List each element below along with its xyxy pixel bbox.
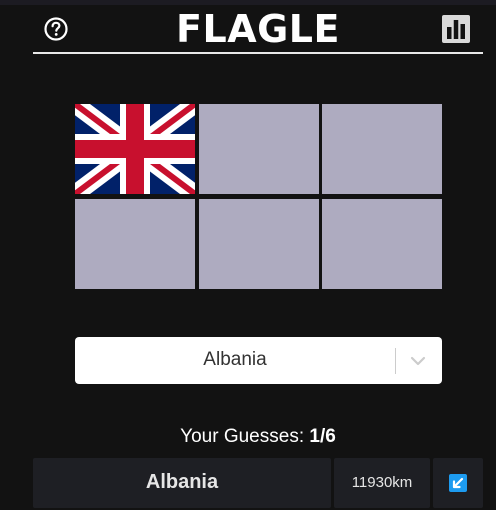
guess-direction-cell	[433, 458, 483, 508]
union-jack-flag-fragment	[75, 104, 195, 194]
flag-grid	[75, 104, 443, 290]
flag-tile-5-hidden	[199, 199, 319, 289]
guess-counter-value: 1/6	[309, 426, 336, 447]
guess-counter-label: Your Guesses:	[180, 426, 310, 447]
chevron-down-icon[interactable]	[408, 351, 428, 371]
guess-counter: Your Guesses: 1/6	[0, 426, 496, 448]
flag-tile-4-hidden	[75, 199, 195, 289]
guess-country: Albania	[145, 471, 219, 493]
arrow-down-left-icon	[449, 474, 467, 492]
country-select-value: Albania	[203, 349, 267, 370]
header-divider	[33, 52, 483, 54]
guess-distance-cell: 11930km	[334, 458, 430, 508]
country-select[interactable]: Albania	[75, 337, 442, 384]
header: FLAGLE	[33, 5, 483, 52]
guess-row: Albania 11930km	[33, 458, 483, 508]
select-divider	[395, 348, 396, 374]
guess-country-cell: Albania	[33, 458, 331, 508]
guess-distance: 11930km	[351, 474, 413, 491]
flag-tile-6-hidden	[322, 199, 442, 289]
stats-button[interactable]	[442, 15, 470, 43]
bar-chart-icon	[442, 15, 470, 43]
page-title: FLAGLE	[176, 7, 340, 51]
flag-tile-3-hidden	[322, 104, 442, 194]
flag-tile-1	[75, 104, 195, 194]
flag-tile-2-hidden	[199, 104, 319, 194]
